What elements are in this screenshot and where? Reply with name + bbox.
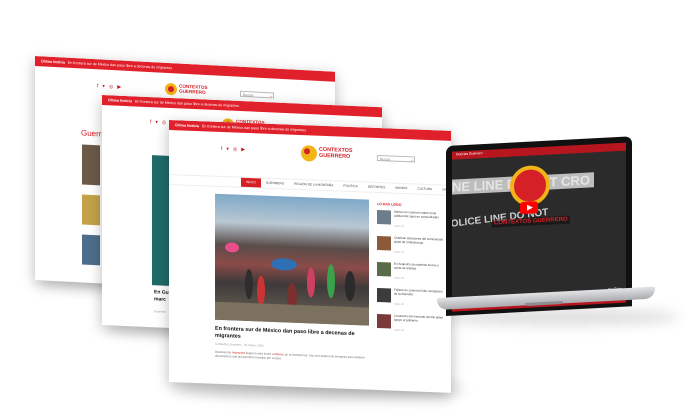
featured-image[interactable]: [215, 193, 369, 326]
nav-item-cultura[interactable]: CULTURA: [412, 184, 437, 194]
article-thumbnail[interactable]: [82, 234, 100, 266]
article-headline[interactable]: En Gu marc: [154, 289, 169, 304]
nav-item-politica[interactable]: POLÍTICA: [338, 182, 363, 192]
twitter-icon[interactable]: ▾: [155, 119, 158, 125]
sidebar-list: Alertan en Guerrero sobre mala calidad d…: [377, 210, 447, 353]
nav-item-inicio[interactable]: INICIO: [241, 177, 261, 188]
nav-item-guerrero[interactable]: GUERRERO: [261, 179, 289, 189]
instagram-icon[interactable]: ◎: [162, 120, 166, 126]
main-navigation: INICIO GUERRERO REGIÓN DE LA MONTAÑA POL…: [169, 174, 451, 196]
search-input[interactable]: Buscar⌕: [240, 90, 274, 99]
search-icon[interactable]: ⌕: [270, 93, 272, 99]
video-logo-icon: [510, 164, 550, 207]
logo-emblem-icon: [301, 145, 317, 162]
twitter-icon[interactable]: ▾: [226, 146, 229, 152]
sidebar-thumbnail: [377, 287, 391, 303]
play-icon: [527, 204, 533, 211]
sidebar-thumbnail: [377, 313, 391, 329]
laptop-display: Noticias Guerrero NE LINE DO NOT CRO POL…: [452, 142, 626, 312]
sidebar-title: LO MÁS LEÍDO: [377, 201, 402, 207]
twitter-icon[interactable]: ▾: [102, 84, 105, 90]
facebook-icon[interactable]: f: [97, 83, 98, 89]
instagram-icon[interactable]: ◎: [233, 146, 237, 152]
article-excerpt: Decenas de migrantes llegaron este lunes…: [215, 349, 365, 361]
logo-emblem-icon: [165, 82, 177, 96]
youtube-icon[interactable]: ▶: [241, 147, 245, 153]
sidebar-thumbnail: [377, 209, 391, 225]
social-icons: f ▾ ◎ ▶: [221, 146, 245, 153]
search-input[interactable]: Buscar⌕: [377, 154, 415, 163]
nav-item-region[interactable]: REGIÓN DE LA MONTAÑA: [289, 180, 338, 191]
article-thumbnail[interactable]: [82, 144, 100, 186]
video-title: Noticias Guerrero: [456, 151, 483, 157]
sidebar-thumbnail: [377, 261, 391, 277]
website-screenshot-front: Última Noticia En frontera sur de México …: [169, 120, 451, 393]
sidebar-item[interactable]: En Acapulco se registran lluvias y caída…: [377, 262, 447, 285]
sidebar-item[interactable]: Celebran elecciones del comisariado ejid…: [377, 236, 447, 259]
play-button[interactable]: [520, 201, 538, 215]
sidebar-item[interactable]: Alertan en Guerrero sobre mala calidad d…: [377, 210, 447, 233]
facebook-icon[interactable]: f: [150, 119, 151, 125]
facebook-icon[interactable]: f: [221, 146, 222, 152]
sidebar-thumbnail: [377, 235, 391, 251]
youtube-icon[interactable]: ▶: [117, 84, 121, 90]
top-news-bar: Última Noticia En frontera sur de México …: [35, 56, 335, 82]
article-thumbnail[interactable]: [82, 194, 100, 226]
article-meta: Guerrero: [154, 309, 167, 314]
social-icons: f ▾ ◎ ▶: [97, 83, 121, 90]
search-icon[interactable]: ⌕: [411, 157, 413, 163]
instagram-icon[interactable]: ◎: [109, 84, 113, 90]
mockup-scene: Última Noticia En frontera sur de México …: [0, 0, 700, 420]
site-logo[interactable]: CONTEXTOSGUERRERO: [301, 145, 352, 163]
nav-item-mundo[interactable]: MUNDO: [390, 184, 412, 194]
nav-item-deportes[interactable]: DEPORTES: [363, 182, 390, 192]
video-player[interactable]: NE LINE DO NOT CRO POLICE LINE DO NOT CO…: [452, 150, 626, 302]
site-logo[interactable]: CONTEXTOSGUERRERO: [165, 82, 208, 97]
sidebar-item[interactable]: Locatarios del mercado central piden apo…: [377, 314, 447, 337]
article-meta: Contextos Guerrero · 31 mayo, 2022: [215, 341, 264, 348]
